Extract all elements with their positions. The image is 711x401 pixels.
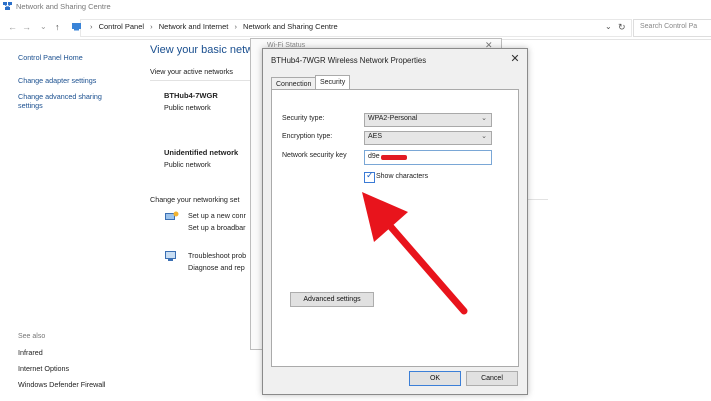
new-connection-icon <box>165 211 179 220</box>
breadcrumb-separator-icon: › <box>234 22 237 31</box>
tab-security[interactable]: Security <box>315 75 351 89</box>
see-also-infrared[interactable]: Infrared <box>18 348 43 357</box>
encryption-type-value: AES <box>368 133 383 140</box>
network-name-1: BTHub4-7WGR <box>164 91 218 100</box>
breadcrumb-separator-icon: › <box>150 22 153 31</box>
address-row: ← → ⌄ ↑ › Control Panel › Network and In… <box>0 17 711 40</box>
security-type-value: WPA2-Personal <box>368 115 418 122</box>
change-settings-label: Change your networking set <box>150 195 240 204</box>
task-desc-troubleshoot: Diagnose and rep <box>188 263 245 272</box>
chevron-down-icon[interactable]: ⌄ <box>40 22 47 31</box>
redaction-mark <box>381 155 407 160</box>
encryption-type-label: Encryption type: <box>282 133 333 140</box>
cancel-button[interactable]: Cancel <box>466 371 518 386</box>
security-type-select[interactable]: WPA2-Personal ⌄ <box>364 113 492 127</box>
breadcrumb-network-sharing[interactable]: Network and Sharing Centre <box>243 22 338 31</box>
network-name-2: Unidentified network <box>164 148 239 157</box>
breadcrumb: › Control Panel › Network and Internet ›… <box>86 22 338 31</box>
divider <box>150 80 250 81</box>
network-type-2: Public network <box>164 160 211 169</box>
sidebar-item-change-adapter[interactable]: Change adapter settings <box>18 76 96 85</box>
sidebar-item-change-advanced[interactable]: Change advanced sharing <box>18 92 102 101</box>
task-link-setup-connection[interactable]: Set up a new conr <box>188 211 246 220</box>
encryption-type-select[interactable]: AES ⌄ <box>364 131 492 145</box>
search-placeholder: Search Control Pa <box>640 23 698 30</box>
window-titlebar: Network and Sharing Centre <box>0 0 711 14</box>
breadcrumb-control-panel[interactable]: Control Panel <box>99 22 144 31</box>
up-arrow-icon[interactable]: ↑ <box>55 22 60 32</box>
close-icon[interactable]: ✕ <box>507 52 523 66</box>
page-title: View your basic netw <box>150 44 254 56</box>
forward-arrow-icon[interactable]: → <box>22 22 31 32</box>
breadcrumb-network-internet[interactable]: Network and Internet <box>159 22 229 31</box>
network-key-value: d9e <box>368 153 380 160</box>
see-also-defender-firewall[interactable]: Windows Defender Firewall <box>18 380 105 389</box>
network-app-icon <box>3 2 12 10</box>
refresh-icon[interactable]: ↻ <box>618 22 626 33</box>
network-key-input[interactable]: d9e <box>364 150 492 165</box>
search-input[interactable]: Search Control Pa <box>633 19 711 37</box>
breadcrumb-separator-icon: › <box>90 22 93 31</box>
chevron-down-icon: ⌄ <box>481 115 487 122</box>
see-also-label: See also <box>18 333 46 340</box>
sidebar-item-settings[interactable]: settings <box>18 101 43 110</box>
network-key-label: Network security key <box>282 152 347 159</box>
dialog-title: BTHub4-7WGR Wireless Network Properties <box>271 56 427 65</box>
troubleshoot-icon <box>165 251 176 261</box>
window-title: Network and Sharing Centre <box>16 2 111 11</box>
chevron-down-icon: ⌄ <box>481 133 487 140</box>
task-desc-setup-connection: Set up a broadbar <box>188 223 246 232</box>
see-also-internet-options[interactable]: Internet Options <box>18 364 69 373</box>
back-arrow-icon[interactable]: ← <box>8 22 17 32</box>
address-dropdown-icon[interactable]: ⌄ <box>605 22 612 31</box>
network-type-1: Public network <box>164 103 211 112</box>
task-link-troubleshoot[interactable]: Troubleshoot prob <box>188 251 246 260</box>
sidebar-item-control-panel-home[interactable]: Control Panel Home <box>18 53 83 62</box>
tab-connection[interactable]: Connection <box>271 77 317 89</box>
ok-button[interactable]: OK <box>409 371 461 386</box>
divider <box>526 199 548 200</box>
security-type-label: Security type: <box>282 115 325 122</box>
control-panel-icon <box>72 23 81 31</box>
annotation-arrow-icon <box>362 192 468 315</box>
active-networks-label: View your active networks <box>150 67 233 76</box>
